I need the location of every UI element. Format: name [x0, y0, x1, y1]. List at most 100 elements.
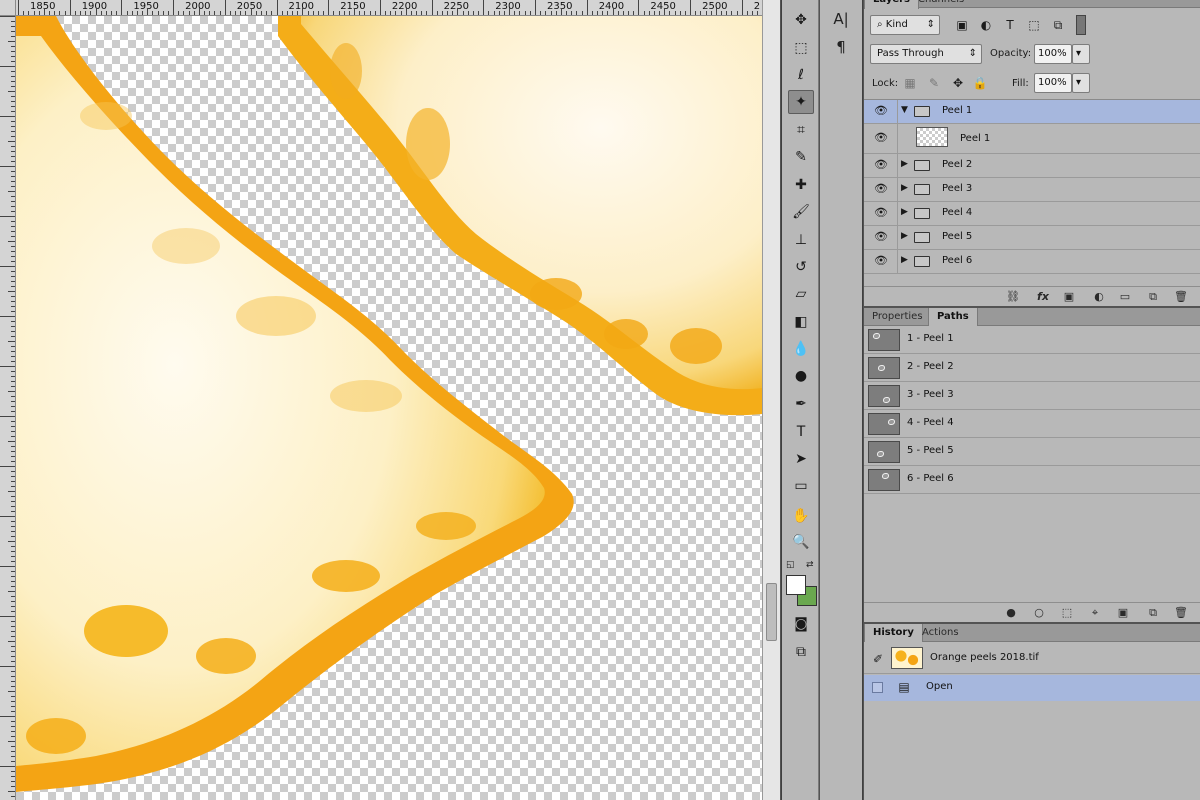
crop-tool[interactable]: ⌗: [788, 118, 814, 142]
fill-field[interactable]: 100%: [1034, 73, 1072, 93]
new-group-icon[interactable]: ▭: [1116, 290, 1134, 303]
triangle-right-icon[interactable]: ▶: [901, 159, 908, 169]
lock-position-icon[interactable]: ✥: [950, 76, 966, 90]
stroke-path-icon[interactable]: ○: [1030, 606, 1048, 619]
ruler-tick: [11, 621, 15, 622]
adjustment-filter-icon[interactable]: ◐: [978, 18, 994, 32]
tab-channels[interactable]: Channels: [910, 0, 972, 9]
blend-mode-select[interactable]: Pass Through ⇕: [870, 44, 982, 64]
blur-tool[interactable]: 💧: [788, 337, 814, 361]
character-panel-icon[interactable]: A|: [830, 8, 852, 30]
history-source-checkbox[interactable]: [872, 682, 883, 693]
marquee-tool[interactable]: ⬚: [788, 36, 814, 60]
path-row[interactable]: 3 - Peel 3: [864, 382, 1200, 410]
opacity-dropdown-button[interactable]: ▾: [1072, 44, 1090, 64]
shape-filter-icon[interactable]: ⬚: [1026, 18, 1042, 32]
add-mask-icon[interactable]: ▣: [1114, 606, 1132, 619]
brush-tool[interactable]: 🖌: [788, 200, 814, 224]
eye-icon[interactable]: 👁: [874, 182, 888, 195]
layer-row[interactable]: 👁 ▶ Peel 2: [864, 154, 1200, 178]
horizontal-ruler[interactable]: 1850 1900 1950 2000 2050 2100 2150 2200 2250 2300…: [16, 0, 762, 16]
history-brush-source-icon[interactable]: ✐: [870, 652, 886, 666]
tab-actions[interactable]: Actions: [914, 624, 967, 642]
dodge-tool[interactable]: ●: [788, 364, 814, 388]
opacity-field[interactable]: 100%: [1034, 44, 1072, 64]
paragraph-panel-icon[interactable]: ¶: [830, 36, 852, 58]
adjustment-layer-icon[interactable]: ◐: [1090, 290, 1108, 303]
pen-tool[interactable]: ✒: [788, 392, 814, 416]
hand-tool[interactable]: ✋: [788, 504, 814, 528]
eye-icon[interactable]: 👁: [874, 230, 888, 243]
layer-row[interactable]: 👁 ▼ Peel 1: [864, 100, 1200, 124]
history-snapshot[interactable]: ✐ Orange peels 2018.tif: [864, 644, 1200, 674]
path-row[interactable]: 6 - Peel 6: [864, 466, 1200, 494]
layer-row[interactable]: 👁 ▶ Peel 5: [864, 226, 1200, 250]
vertical-scrollbar[interactable]: [762, 0, 780, 800]
lasso-tool[interactable]: ℓ: [788, 63, 814, 87]
rectangle-tool[interactable]: ▭: [788, 474, 814, 498]
type-filter-icon[interactable]: T: [1002, 18, 1018, 32]
new-layer-icon[interactable]: ⧉: [1144, 290, 1162, 304]
triangle-down-icon[interactable]: ▼: [901, 105, 908, 115]
layer-row[interactable]: 👁 ▶ Peel 3: [864, 178, 1200, 202]
type-tool[interactable]: T: [788, 420, 814, 444]
move-tool[interactable]: ✥: [788, 8, 814, 32]
layer-row[interactable]: 👁 ▶ Peel 6: [864, 250, 1200, 274]
eye-icon[interactable]: 👁: [874, 131, 888, 144]
ruler-corner[interactable]: [0, 0, 16, 16]
eye-icon[interactable]: 👁: [874, 206, 888, 219]
fx-icon[interactable]: fx: [1034, 290, 1052, 303]
tab-paths[interactable]: Paths: [928, 308, 978, 326]
add-mask-icon[interactable]: ▣: [1060, 290, 1078, 303]
ruler-tick: [11, 121, 15, 122]
layer-divider: [897, 178, 898, 201]
smart-object-filter-icon[interactable]: ⧉: [1050, 18, 1066, 33]
tab-properties[interactable]: Properties: [864, 308, 931, 326]
gradient-tool[interactable]: ◧: [788, 310, 814, 334]
default-colors-icon[interactable]: ◱: [786, 560, 795, 570]
fill-path-icon[interactable]: ●: [1002, 606, 1020, 619]
layer-row[interactable]: 👁 ▶ Peel 4: [864, 202, 1200, 226]
load-selection-icon[interactable]: ⬚: [1058, 606, 1076, 619]
clone-stamp-tool[interactable]: ⊥: [788, 228, 814, 252]
triangle-right-icon[interactable]: ▶: [901, 183, 908, 193]
make-work-path-icon[interactable]: ⌖: [1086, 606, 1104, 620]
eye-icon[interactable]: 👁: [874, 158, 888, 171]
magic-wand-tool[interactable]: ✦: [788, 90, 814, 114]
healing-brush-tool[interactable]: ✚: [788, 173, 814, 197]
eraser-tool[interactable]: ▱: [788, 282, 814, 306]
history-step[interactable]: ▤ Open: [864, 675, 1200, 701]
eyedropper-tool[interactable]: ✎: [788, 145, 814, 169]
history-brush-tool[interactable]: ↺: [788, 255, 814, 279]
scrollbar-thumb[interactable]: [766, 583, 777, 641]
eye-icon[interactable]: 👁: [874, 254, 888, 267]
quick-mask-button[interactable]: ◙: [788, 612, 814, 636]
triangle-right-icon[interactable]: ▶: [901, 231, 908, 241]
lock-image-icon[interactable]: ✎: [926, 76, 942, 90]
filter-kind-select[interactable]: ⌕ Kind ⇕: [870, 15, 940, 35]
screen-mode-button[interactable]: ⧉: [788, 640, 814, 664]
trash-icon[interactable]: 🗑: [1172, 606, 1190, 619]
triangle-right-icon[interactable]: ▶: [901, 255, 908, 265]
new-path-icon[interactable]: ⧉: [1144, 606, 1162, 620]
lock-transparency-icon[interactable]: ▦: [902, 76, 918, 90]
lock-all-icon[interactable]: 🔒: [972, 76, 988, 90]
trash-icon[interactable]: 🗑: [1172, 290, 1190, 303]
link-layers-icon[interactable]: ⛓: [1004, 290, 1022, 303]
vertical-ruler[interactable]: [0, 16, 16, 800]
zoom-tool[interactable]: 🔍: [788, 530, 814, 554]
path-row[interactable]: 4 - Peel 4: [864, 410, 1200, 438]
fill-dropdown-button[interactable]: ▾: [1072, 73, 1090, 93]
path-row[interactable]: 2 - Peel 2: [864, 354, 1200, 382]
path-selection-tool[interactable]: ➤: [788, 447, 814, 471]
layer-row[interactable]: 👁 Peel 1: [864, 124, 1200, 154]
path-row[interactable]: 5 - Peel 5: [864, 438, 1200, 466]
eye-icon[interactable]: 👁: [874, 104, 888, 117]
pixel-filter-icon[interactable]: ▣: [954, 18, 970, 32]
swap-colors-icon[interactable]: ⇄: [806, 560, 814, 570]
path-row[interactable]: 1 - Peel 1: [864, 326, 1200, 354]
image-canvas[interactable]: [16, 16, 762, 800]
triangle-right-icon[interactable]: ▶: [901, 207, 908, 217]
foreground-color-swatch[interactable]: [786, 575, 806, 595]
filter-toggle-switch[interactable]: [1076, 15, 1086, 35]
